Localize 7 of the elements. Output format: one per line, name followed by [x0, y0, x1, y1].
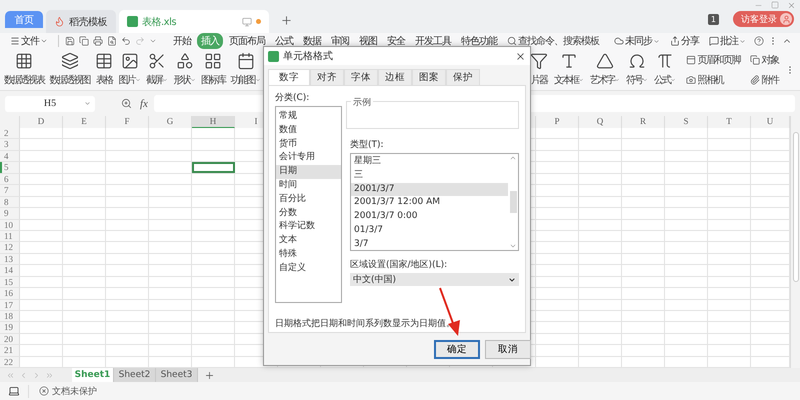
category-label: 分类(C): — [275, 92, 310, 104]
type-label: 类型(T): — [350, 138, 385, 151]
sample-label: 示例 — [351, 96, 373, 109]
format-description: 日期格式把日期和时间系列数显示为日期值。 — [275, 318, 456, 330]
locale-label: 区域设置(国家/地区)(L): — [350, 258, 448, 271]
count-badge: 1 — [708, 14, 719, 24]
dialog-title: 单元格格式 — [283, 50, 333, 63]
